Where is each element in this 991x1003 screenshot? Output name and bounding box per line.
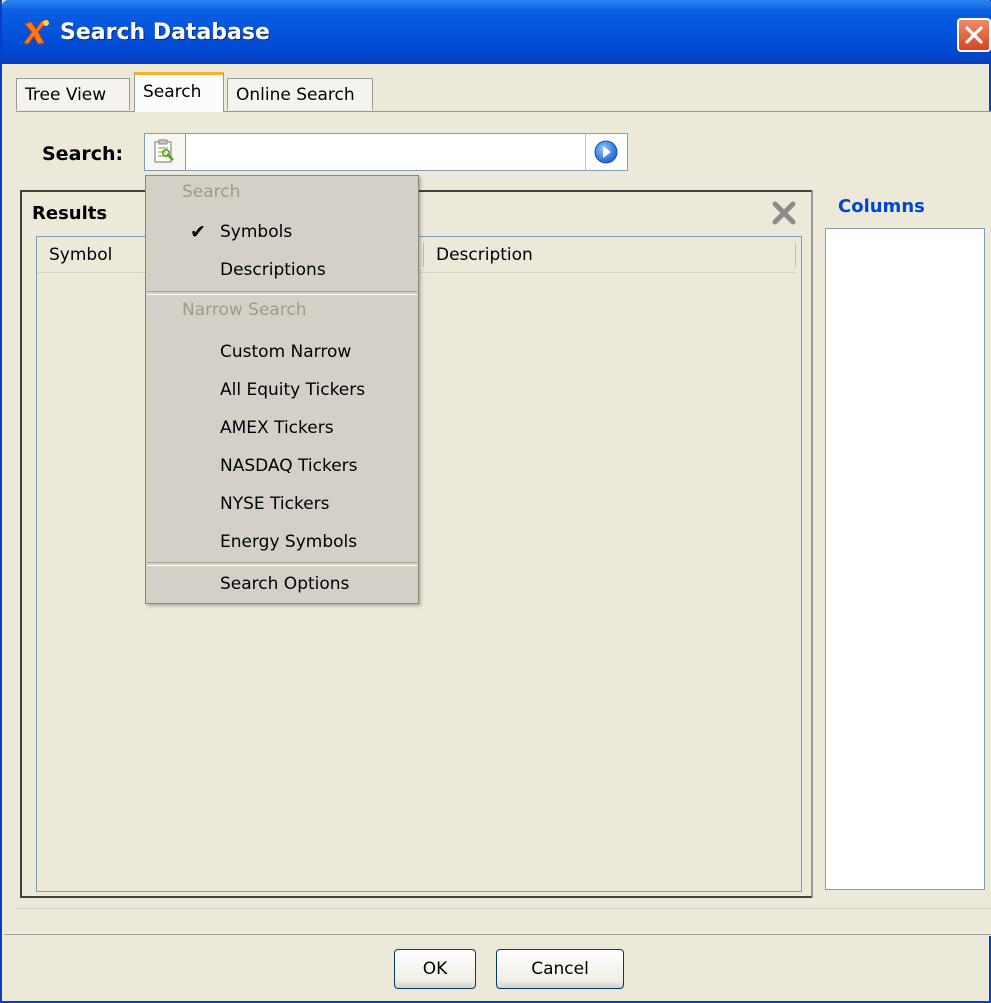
- column-header-label: Description: [436, 245, 533, 265]
- columns-list[interactable]: [825, 228, 985, 890]
- divider: [4, 934, 991, 935]
- tab-label: Search: [143, 82, 202, 102]
- menu-item-label: Energy Symbols: [220, 532, 358, 552]
- menu-item-label: NYSE Tickers: [220, 494, 330, 514]
- results-title: Results: [32, 203, 108, 224]
- menu-item-energy-symbols[interactable]: Energy Symbols: [146, 524, 418, 560]
- menu-item-descriptions[interactable]: Descriptions: [146, 252, 418, 288]
- ok-label: OK: [422, 959, 448, 979]
- tab-strip: Tree View Search Online Search: [16, 72, 978, 112]
- menu-item-label: AMEX Tickers: [220, 418, 334, 438]
- tab-tree-view[interactable]: Tree View: [16, 78, 130, 110]
- status-strip: [16, 908, 991, 929]
- menu-item-symbols[interactable]: ✔ Symbols: [146, 214, 418, 250]
- clipboard-search-icon: [154, 139, 174, 163]
- title-bar[interactable]: Search Database: [2, 0, 991, 64]
- menu-item-label: All Equity Tickers: [220, 380, 366, 400]
- gray-x-icon[interactable]: [770, 200, 798, 226]
- cancel-label: Cancel: [531, 959, 589, 979]
- search-mode-button[interactable]: [145, 134, 186, 170]
- close-icon: [965, 26, 983, 44]
- search-database-window: Search Database Tree View Search Online …: [0, 0, 991, 1003]
- tab-search[interactable]: Search: [134, 72, 224, 112]
- menu-header-narrow-search: Narrow Search: [182, 300, 307, 320]
- menu-item-label: Symbols: [220, 222, 293, 242]
- menu-item-label: NASDAQ Tickers: [220, 456, 358, 476]
- column-header-description[interactable]: Description: [424, 237, 796, 273]
- search-input[interactable]: [187, 136, 587, 170]
- app-logo-icon: [23, 20, 49, 45]
- menu-header-search: Search: [182, 182, 241, 202]
- menu-item-nasdaq-tickers[interactable]: NASDAQ Tickers: [146, 448, 418, 484]
- menu-item-label: Search Options: [220, 574, 350, 594]
- tab-online-search[interactable]: Online Search: [227, 78, 373, 110]
- search-go-button[interactable]: [585, 134, 626, 170]
- column-header-label: Symbol: [49, 245, 113, 265]
- menu-item-amex-tickers[interactable]: AMEX Tickers: [146, 410, 418, 446]
- menu-item-label: Custom Narrow: [220, 342, 352, 362]
- tab-label: Tree View: [25, 85, 107, 105]
- menu-item-label: Descriptions: [220, 260, 326, 280]
- columns-title[interactable]: Columns: [838, 196, 925, 217]
- menu-item-all-equity-tickers[interactable]: All Equity Tickers: [146, 372, 418, 408]
- tab-label: Online Search: [236, 85, 355, 105]
- search-field: [144, 133, 628, 171]
- menu-item-search-options[interactable]: Search Options: [146, 566, 418, 602]
- search-mode-menu: Search ✔ Symbols Descriptions Narrow Sea…: [145, 175, 419, 604]
- menu-item-custom-narrow[interactable]: Custom Narrow: [146, 334, 418, 370]
- search-label: Search:: [42, 143, 124, 165]
- ok-button[interactable]: OK: [394, 949, 476, 989]
- window-title: Search Database: [60, 20, 270, 45]
- check-icon: ✔: [190, 221, 206, 243]
- menu-separator: [147, 291, 417, 295]
- cancel-button[interactable]: Cancel: [496, 949, 624, 989]
- column-divider[interactable]: [795, 243, 796, 267]
- close-button[interactable]: [957, 18, 991, 52]
- go-arrow-icon: [594, 140, 618, 164]
- menu-item-nyse-tickers[interactable]: NYSE Tickers: [146, 486, 418, 522]
